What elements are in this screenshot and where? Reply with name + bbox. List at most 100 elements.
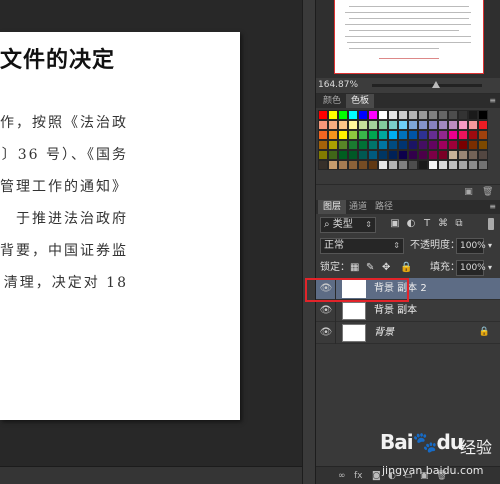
color-swatch[interactable]: [448, 120, 458, 130]
pixel-filter-icon[interactable]: ▣: [390, 218, 400, 230]
color-swatch[interactable]: [408, 110, 418, 120]
color-swatch[interactable]: [468, 150, 478, 160]
color-swatch[interactable]: [448, 110, 458, 120]
layer-thumbnail[interactable]: [342, 302, 366, 320]
color-swatch[interactable]: [318, 130, 328, 140]
color-swatch[interactable]: [478, 130, 488, 140]
color-swatch[interactable]: [348, 150, 358, 160]
zoom-slider-handle[interactable]: [432, 81, 440, 88]
color-swatch[interactable]: [358, 110, 368, 120]
color-swatch[interactable]: [338, 130, 348, 140]
lock-image-icon[interactable]: ✎: [366, 260, 374, 276]
color-swatch[interactable]: [478, 120, 488, 130]
color-swatch[interactable]: [318, 110, 328, 120]
color-swatch[interactable]: [438, 150, 448, 160]
color-swatch[interactable]: [408, 150, 418, 160]
color-swatch[interactable]: [398, 130, 408, 140]
color-swatch[interactable]: [388, 130, 398, 140]
color-swatch[interactable]: [388, 120, 398, 130]
color-swatch[interactable]: [418, 110, 428, 120]
tab-layers[interactable]: 图层: [318, 200, 347, 214]
canvas-area[interactable]: 文件的决定 作，按照《法治政 〕36 号）、《国务 管理工作的通知》 于推进法治…: [0, 0, 302, 484]
link-layers-icon[interactable]: ∞: [338, 470, 346, 482]
color-swatch[interactable]: [438, 160, 448, 170]
color-swatch[interactable]: [418, 120, 428, 130]
color-swatch[interactable]: [368, 130, 378, 140]
color-swatch[interactable]: [398, 150, 408, 160]
color-swatch[interactable]: [338, 140, 348, 150]
color-swatch[interactable]: [348, 110, 358, 120]
color-swatch[interactable]: [348, 160, 358, 170]
color-swatch[interactable]: [378, 160, 388, 170]
layer-thumbnail[interactable]: [342, 324, 366, 342]
color-swatch[interactable]: [418, 140, 428, 150]
color-swatch[interactable]: [328, 160, 338, 170]
color-swatch[interactable]: [398, 110, 408, 120]
color-swatch[interactable]: [408, 160, 418, 170]
panel-dock-strip[interactable]: [302, 0, 316, 484]
color-swatch[interactable]: [458, 120, 468, 130]
color-swatch[interactable]: [448, 140, 458, 150]
layer-style-icon[interactable]: fx: [354, 470, 363, 482]
fill-input[interactable]: 100%: [456, 260, 486, 276]
color-swatch[interactable]: [358, 140, 368, 150]
color-swatch[interactable]: [338, 160, 348, 170]
color-swatch[interactable]: [378, 130, 388, 140]
lock-position-icon[interactable]: ✥: [382, 260, 390, 276]
color-swatch[interactable]: [318, 150, 328, 160]
navigator-thumbnail[interactable]: [334, 0, 484, 74]
smart-object-filter-icon[interactable]: ⧉: [454, 218, 464, 230]
layer-name[interactable]: 背景: [374, 322, 394, 344]
color-swatch[interactable]: [388, 140, 398, 150]
color-swatch[interactable]: [458, 150, 468, 160]
color-swatch[interactable]: [378, 110, 388, 120]
color-swatch[interactable]: [468, 120, 478, 130]
color-swatch[interactable]: [468, 160, 478, 170]
color-swatch[interactable]: [468, 140, 478, 150]
color-swatch[interactable]: [388, 150, 398, 160]
eye-icon[interactable]: 👁: [319, 326, 333, 340]
color-swatch[interactable]: [478, 150, 488, 160]
color-swatch[interactable]: [398, 140, 408, 150]
color-swatch[interactable]: [428, 150, 438, 160]
color-swatch[interactable]: [438, 120, 448, 130]
zoom-slider[interactable]: [372, 81, 482, 88]
color-swatch[interactable]: [348, 120, 358, 130]
color-swatch[interactable]: [418, 130, 428, 140]
color-swatch[interactable]: [468, 130, 478, 140]
color-swatch[interactable]: [368, 160, 378, 170]
color-swatch[interactable]: [408, 140, 418, 150]
color-swatch[interactable]: [358, 130, 368, 140]
color-swatch[interactable]: [348, 140, 358, 150]
color-swatch[interactable]: [458, 110, 468, 120]
color-swatch[interactable]: [378, 150, 388, 160]
color-swatch[interactable]: [318, 160, 328, 170]
color-swatch[interactable]: [448, 130, 458, 140]
color-swatch[interactable]: [338, 150, 348, 160]
color-swatch[interactable]: [328, 140, 338, 150]
color-swatch[interactable]: [458, 140, 468, 150]
chevron-down-icon[interactable]: ▾: [488, 260, 492, 276]
color-swatch[interactable]: [448, 150, 458, 160]
color-swatch[interactable]: [378, 140, 388, 150]
color-swatch[interactable]: [408, 130, 418, 140]
tab-paths[interactable]: 路径: [370, 200, 398, 214]
tab-channels[interactable]: 通道: [344, 200, 372, 214]
color-swatch[interactable]: [328, 120, 338, 130]
color-swatch[interactable]: [358, 120, 368, 130]
color-swatch[interactable]: [378, 120, 388, 130]
color-swatch[interactable]: [328, 110, 338, 120]
color-swatch[interactable]: [328, 150, 338, 160]
color-swatch[interactable]: [428, 130, 438, 140]
color-swatch[interactable]: [368, 150, 378, 160]
layer-name[interactable]: 背景 副本: [374, 300, 417, 322]
tab-color[interactable]: 颜色: [318, 94, 346, 108]
lock-transparent-icon[interactable]: ▦: [350, 260, 359, 276]
type-filter-icon[interactable]: T: [422, 218, 432, 230]
color-swatch[interactable]: [438, 110, 448, 120]
color-swatch[interactable]: [328, 130, 338, 140]
color-swatch[interactable]: [338, 110, 348, 120]
color-swatch[interactable]: [418, 150, 428, 160]
color-swatch[interactable]: [478, 110, 488, 120]
color-swatch[interactable]: [388, 110, 398, 120]
